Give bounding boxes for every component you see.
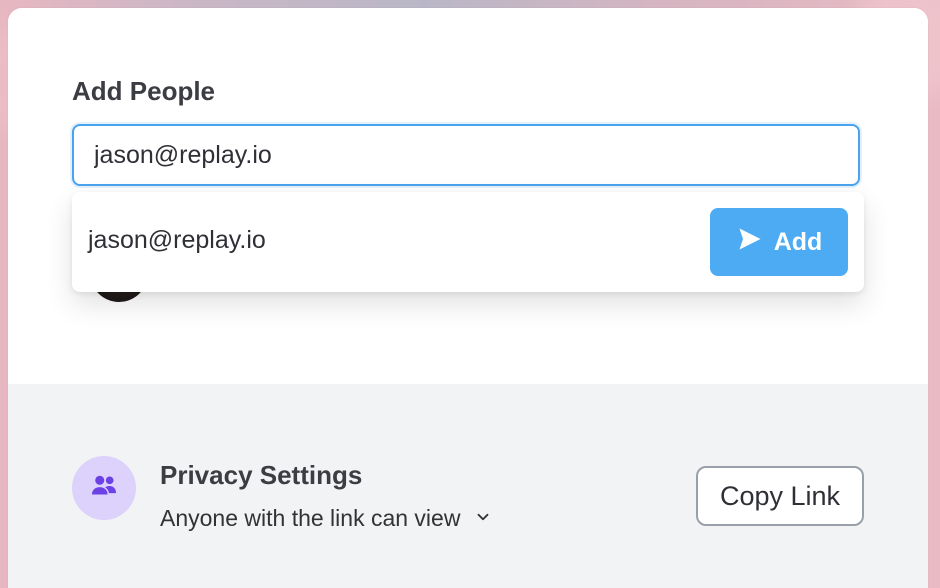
- privacy-option-dropdown[interactable]: Anyone with the link can view: [160, 505, 492, 532]
- chevron-down-icon: [474, 505, 492, 532]
- share-modal: Add People jason@replay.io Add: [8, 8, 928, 588]
- add-person-button[interactable]: Add: [710, 208, 848, 276]
- add-button-label: Add: [773, 227, 823, 256]
- send-icon: [736, 225, 764, 260]
- privacy-section: Privacy Settings Anyone with the link ca…: [8, 384, 928, 588]
- people-icon: [87, 469, 121, 508]
- email-search-input[interactable]: [72, 124, 860, 186]
- copy-link-button[interactable]: Copy Link: [696, 466, 864, 526]
- privacy-settings-title: Privacy Settings: [160, 460, 363, 490]
- privacy-option-label: Anyone with the link can view: [160, 505, 461, 531]
- add-people-section: Add People jason@replay.io Add: [8, 8, 928, 384]
- privacy-icon-container: [72, 456, 136, 520]
- email-suggestion-dropdown: jason@replay.io Add: [72, 192, 864, 292]
- add-people-title: Add People: [72, 76, 216, 106]
- suggested-email[interactable]: jason@replay.io: [88, 226, 266, 255]
